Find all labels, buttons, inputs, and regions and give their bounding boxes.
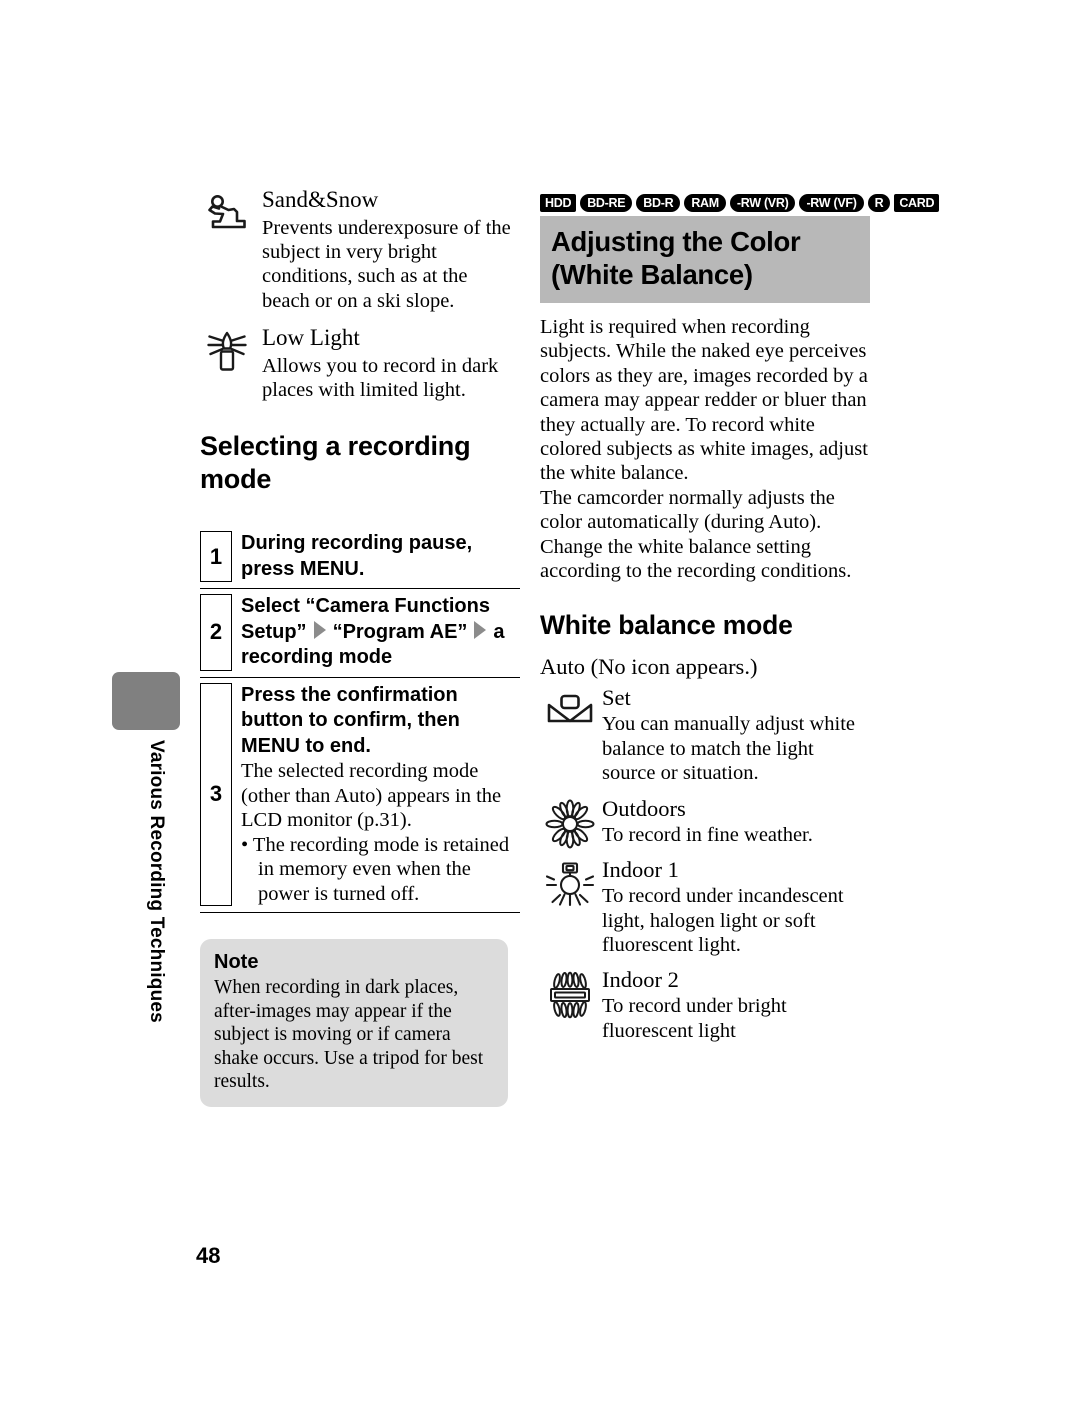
media-compatibility-badges: HDD BD-RE BD-R RAM -RW (VR) -RW (VF) R C…	[540, 194, 940, 212]
step-body: Select “Camera Functions Setup” “Program …	[241, 594, 520, 671]
chapter-tab-label: Various Recording Techniques	[146, 740, 167, 1023]
media-badge-bd-r: BD-R	[636, 194, 681, 212]
step-bullet: • The recording mode is retained in memo…	[241, 833, 510, 905]
step-2: 2 Select “Camera Functions Setup” “Progra…	[200, 589, 520, 678]
step-instruction: Press the confirmation button to confirm…	[241, 683, 460, 757]
scene-mode-title: Sand&Snow	[262, 187, 379, 212]
scene-mode-low-light: Low Light Allows you to record in dark p…	[200, 323, 520, 402]
white-balance-mode-indoor-2: Indoor 2 To record under bright fluoresc…	[540, 965, 870, 1043]
section-heading-white-balance-mode: White balance mode	[540, 610, 793, 641]
step-instruction: During recording pause, press MENU.	[241, 532, 473, 580]
white-balance-title: Indoor 1	[602, 857, 679, 883]
section-heading-adjusting-the-color: Adjusting the Color (White Balance)	[540, 216, 870, 303]
media-badge-hdd: HDD	[540, 194, 577, 212]
left-column: Sand&Snow Prevents underexposure of the …	[200, 185, 520, 1107]
white-balance-description: To record under bright fluorescent light	[602, 995, 787, 1042]
white-balance-description: To record in fine weather.	[602, 823, 813, 846]
step-instruction-part-2: “Program AE”	[332, 620, 468, 643]
step-number: 3	[200, 682, 232, 907]
page-number: 48	[196, 1243, 221, 1268]
white-balance-set-icon	[544, 688, 596, 738]
right-column: HDD BD-RE BD-R RAM -RW (VR) -RW (VF) R C…	[540, 194, 940, 1045]
arrow-right-icon	[474, 620, 487, 639]
candle-icon	[200, 327, 254, 381]
step-1: 1 During recording pause, press MENU.	[200, 526, 520, 590]
step-instruction: Select “Camera Functions Setup” “Program …	[241, 594, 520, 671]
incandescent-lamp-icon	[544, 860, 596, 910]
note-title: Note	[214, 951, 259, 974]
fluorescent-tube-icon	[544, 970, 596, 1020]
white-balance-description: To record under incandescent light, halo…	[602, 885, 844, 956]
intro-paragraph: Light is required when recording subject…	[540, 316, 868, 583]
white-balance-title: Outdoors	[602, 795, 686, 821]
media-badge-rw-vr: -RW (VR)	[729, 194, 796, 212]
media-badge-card: CARD	[894, 194, 940, 212]
media-badge-bd-re: BD-RE	[580, 194, 633, 212]
media-badge-r: R	[867, 194, 891, 212]
white-balance-mode-indoor-1: Indoor 1 To record under incandescent li…	[540, 855, 870, 957]
white-balance-title: Set	[602, 685, 631, 711]
section-heading-selecting-recording-mode: Selecting a recording mode	[200, 431, 471, 495]
step-number: 2	[200, 594, 232, 671]
arrow-right-icon	[313, 620, 326, 639]
step-3: 3 Press the confirmation button to confi…	[200, 678, 520, 914]
step-number: 1	[200, 531, 232, 583]
note-box: Note When recording in dark places, afte…	[200, 939, 508, 1107]
white-balance-mode-set: Set You can manually adjust white balanc…	[540, 683, 870, 785]
skier-icon	[200, 189, 254, 243]
scene-mode-description: Allows you to record in dark places with…	[262, 354, 499, 402]
scene-mode-description: Prevents underexposure of the subject in…	[262, 217, 511, 312]
step-body: During recording pause, press MENU.	[241, 531, 520, 582]
sun-outdoors-icon	[544, 799, 596, 849]
media-badge-ram: RAM	[684, 194, 726, 212]
white-balance-mode-auto: Auto (No icon appears.)	[540, 654, 758, 680]
step-body: Press the confirmation button to confirm…	[241, 683, 520, 907]
scene-mode-sand-snow: Sand&Snow Prevents underexposure of the …	[200, 185, 520, 313]
white-balance-description: You can manually adjust white balance to…	[602, 713, 855, 785]
step-detail: The selected recording mode (other than …	[241, 760, 502, 832]
chapter-tab-marker	[112, 672, 180, 730]
note-text: When recording in dark places, after-ima…	[214, 977, 484, 1093]
scene-mode-title: Low Light	[262, 324, 360, 350]
white-balance-title: Indoor 2	[602, 967, 679, 993]
media-badge-rw-vf: -RW (VF)	[799, 194, 864, 212]
white-balance-mode-outdoors: Outdoors To record in fine weather.	[540, 794, 870, 849]
